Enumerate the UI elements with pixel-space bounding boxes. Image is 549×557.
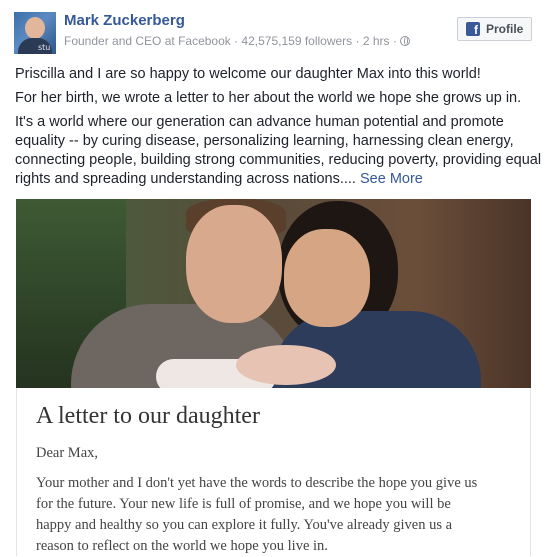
letter-title[interactable]: A letter to our daughter — [36, 403, 260, 430]
profile-button[interactable]: f Profile — [457, 17, 532, 41]
author-meta-text: Founder and CEO at Facebook · 42,575,159… — [64, 34, 397, 48]
facebook-icon: f — [466, 22, 480, 36]
letter-salutation: Dear Max, — [36, 445, 99, 461]
facebook-post: stu Mark Zuckerberg Founder and CEO at F… — [0, 0, 549, 556]
post-paragraph-3-line-2: equality -- by curing disease, personali… — [15, 133, 514, 149]
photo-man-head — [186, 205, 282, 323]
see-more-link[interactable]: See More — [360, 171, 423, 187]
globe-icon — [399, 36, 410, 46]
post-paragraph-3-line-4: rights and spreading understanding acros… — [15, 170, 423, 189]
letter-body-line-4: reason to reflect on the world we hope y… — [36, 538, 328, 554]
author-name-link[interactable]: Mark Zuckerberg — [64, 12, 185, 29]
post-paragraph-3-line-4-text: rights and spreading understanding acros… — [15, 171, 356, 187]
photo-baby — [236, 345, 336, 385]
profile-button-label: Profile — [486, 22, 524, 36]
author-meta: Founder and CEO at Facebook · 42,575,159… — [64, 34, 410, 48]
avatar-face — [25, 17, 45, 39]
post-paragraph-2: For her birth, we wrote a letter to her … — [15, 90, 522, 106]
author-avatar[interactable]: stu — [14, 12, 56, 54]
letter-body-line-1: Your mother and I don't yet have the wor… — [36, 475, 478, 491]
letter-body-line-3: happy and healthy so you can explore it … — [36, 517, 453, 533]
post-paragraph-1: Priscilla and I are so happy to welcome … — [15, 66, 481, 82]
avatar-text: stu — [38, 43, 51, 52]
post-paragraph-3-line-3: connecting people, building strong commu… — [15, 152, 542, 168]
post-paragraph-3-line-1: It's a world where our generation can ad… — [15, 114, 504, 130]
family-photo[interactable] — [16, 199, 531, 388]
letter-body-line-2: for the future. Your new life is full of… — [36, 496, 451, 512]
photo-woman-face — [284, 229, 370, 327]
